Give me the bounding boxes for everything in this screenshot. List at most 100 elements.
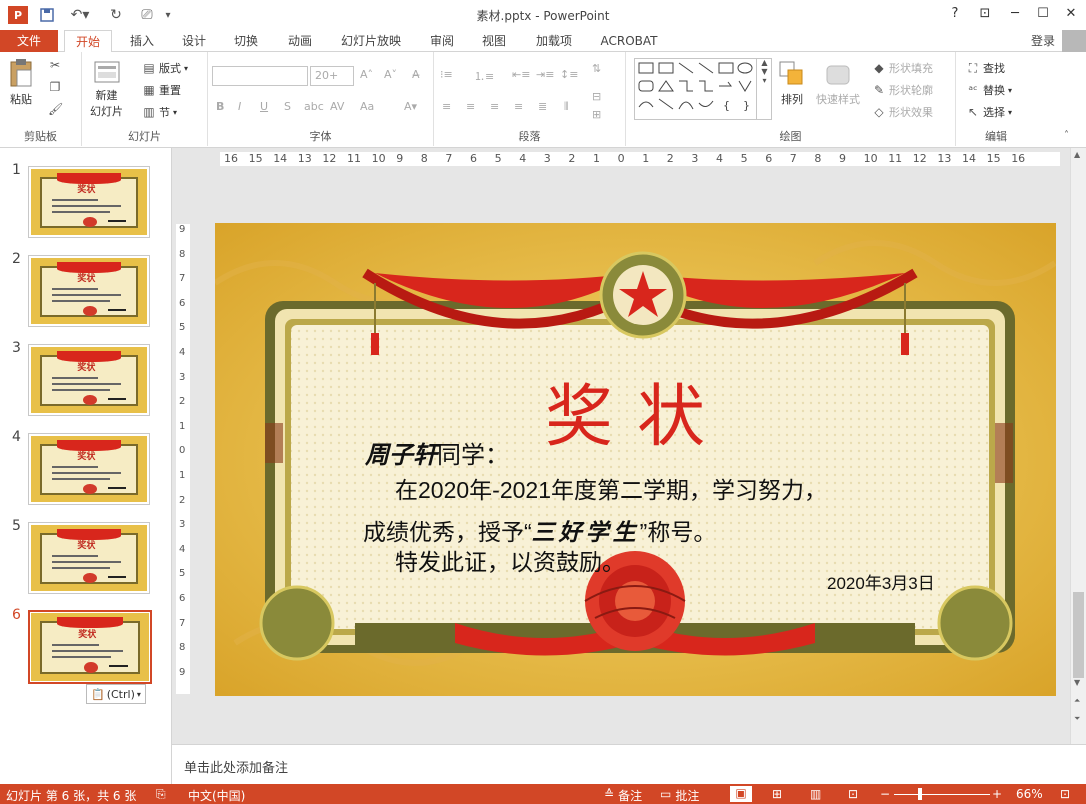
distribute-button[interactable]: ≣ — [538, 100, 547, 113]
zoom-out-icon[interactable]: − — [880, 787, 890, 801]
cut-button[interactable]: ✂ — [48, 58, 62, 72]
slide-thumbnail[interactable]: 奖状 — [28, 166, 150, 238]
notes-button[interactable]: ≙ 备注 — [604, 787, 642, 804]
find-button[interactable]: ⛶ 查找 — [966, 60, 1005, 76]
align-text-button[interactable]: ⊟ — [592, 90, 601, 103]
slide-canvas[interactable]: 奖状 周子轩同学： 在2020年-2021年度第二学期，学习努力， 成绩优秀，授… — [215, 223, 1056, 696]
fit-slide-icon[interactable]: ⊡ — [1060, 787, 1070, 801]
bullets-button[interactable]: ⁝≡ — [440, 68, 453, 81]
smartart-button[interactable]: ⊞ — [592, 108, 601, 121]
text-direction-button[interactable]: ⇅ — [592, 62, 601, 75]
collapse-ribbon-icon[interactable]: ˄ — [1064, 130, 1069, 141]
decrease-font-button[interactable]: A˅ — [384, 68, 397, 81]
maximize-icon[interactable]: ☐ — [1032, 6, 1054, 21]
font-name-combo[interactable] — [212, 66, 308, 86]
section-button[interactable]: ▥ 节 ▾ — [142, 104, 177, 120]
align-right-button[interactable]: ≡ — [490, 100, 499, 113]
notes-placeholder[interactable]: 单击此处添加备注 — [184, 757, 288, 776]
tab-review[interactable]: 审阅 — [418, 30, 466, 52]
zoom-slider[interactable] — [894, 794, 990, 795]
shape-fill-button[interactable]: ◆ 形状填充 — [872, 60, 933, 76]
layout-button[interactable]: ▤ 版式 ▾ — [142, 60, 188, 76]
scroll-thumb[interactable] — [1073, 592, 1084, 678]
tab-file[interactable]: 文件 — [0, 30, 58, 52]
paste-button[interactable]: 粘贴 — [8, 58, 34, 107]
slide-thumbnail[interactable]: 奖状 — [28, 255, 150, 327]
char-spacing-button[interactable]: AV — [330, 100, 344, 113]
notes-pane[interactable]: 单击此处添加备注 — [172, 744, 1086, 784]
tab-slideshow[interactable]: 幻灯片放映 — [334, 30, 408, 52]
justify-button[interactable]: ≡ — [514, 100, 523, 113]
tab-addins[interactable]: 加载项 — [526, 30, 582, 52]
align-left-button[interactable]: ≡ — [442, 100, 451, 113]
shapes-gallery[interactable]: {} — [634, 58, 772, 120]
replace-button[interactable]: ᵃᶜ 替换 ▾ — [966, 82, 1012, 98]
scroll-down-icon[interactable]: ▼ — [1074, 678, 1080, 687]
minimize-icon[interactable]: ─ — [1004, 6, 1026, 21]
copy-button[interactable]: ❐ — [48, 80, 62, 94]
line-spacing-button[interactable]: ↕≡ — [560, 68, 578, 81]
bold-button[interactable]: B — [216, 100, 224, 113]
slide-thumbnail[interactable]: 奖状 — [28, 344, 150, 416]
ribbon-display-options-icon[interactable]: ⊡ — [974, 6, 996, 21]
align-center-button[interactable]: ≡ — [466, 100, 475, 113]
certificate-date[interactable]: 2020年3月3日 — [827, 569, 935, 594]
increase-indent-button[interactable]: ⇥≡ — [536, 68, 554, 81]
strikethrough-button[interactable]: abc — [304, 100, 324, 113]
italic-button[interactable]: I — [238, 100, 241, 113]
tab-view[interactable]: 视图 — [470, 30, 518, 52]
shadow-button[interactable]: S — [284, 100, 291, 113]
previous-slide-icon[interactable]: ⏶ — [1074, 696, 1080, 706]
tab-design[interactable]: 设计 — [172, 30, 216, 52]
select-button[interactable]: ↖ 选择 ▾ — [966, 104, 1012, 120]
zoom-in-icon[interactable]: + — [992, 787, 1002, 801]
shape-outline-button[interactable]: ✎ 形状轮廓 — [872, 82, 933, 98]
increase-font-button[interactable]: A˄ — [360, 68, 373, 81]
reset-button[interactable]: ▦ 重置 — [142, 82, 181, 98]
slide-thumbnail-selected[interactable]: 奖状 — [28, 610, 152, 684]
slide-sorter-icon[interactable]: ⊞ — [772, 787, 782, 801]
certificate-title[interactable]: 奖状 — [545, 361, 729, 460]
zoom-slider-thumb[interactable] — [918, 788, 922, 800]
new-slide-button[interactable]: 新建 幻灯片 — [90, 60, 123, 118]
format-painter-button[interactable]: 🖌 — [48, 102, 63, 116]
slide-thumbnail[interactable]: 奖状 — [28, 433, 150, 505]
clear-format-button[interactable]: A̶ — [412, 68, 420, 81]
numbering-button[interactable]: ⒈≡ — [474, 68, 494, 84]
tab-transitions[interactable]: 切换 — [224, 30, 268, 52]
tab-insert[interactable]: 插入 — [120, 30, 164, 52]
help-icon[interactable]: ? — [944, 6, 966, 21]
underline-button[interactable]: U — [260, 100, 268, 113]
reading-view-icon[interactable]: ▥ — [810, 787, 821, 801]
shape-effects-button[interactable]: ◇ 形状效果 — [872, 104, 933, 120]
slide-thumbnails-pane[interactable]: 1 奖状 2 奖状 3 奖状 4 奖状 5 奖状 6 奖状 📋 (Ctrl) ▾ — [0, 148, 172, 784]
tab-animations[interactable]: 动画 — [276, 30, 324, 52]
arrange-button[interactable]: 排列 — [778, 60, 806, 107]
font-color-button[interactable]: A▾ — [404, 100, 417, 113]
language-indicator[interactable]: 中文(中国) — [188, 787, 245, 804]
paste-options-button[interactable]: 📋 (Ctrl) ▾ — [86, 684, 146, 704]
avatar[interactable] — [1062, 30, 1086, 52]
change-case-button[interactable]: Aa — [360, 100, 374, 113]
tab-acrobat[interactable]: ACROBAT — [592, 30, 666, 52]
slide-thumbnail[interactable]: 奖状 — [28, 522, 150, 594]
spell-check-icon[interactable]: ⎘ — [156, 787, 166, 802]
decrease-indent-button[interactable]: ⇤≡ — [512, 68, 530, 81]
next-slide-icon[interactable]: ⏷ — [1074, 714, 1080, 724]
close-icon[interactable]: ✕ — [1060, 6, 1082, 21]
comments-button[interactable]: ▭ 批注 — [660, 787, 699, 804]
body-line-1[interactable]: 在2020年-2021年度第二学期，学习努力， — [395, 471, 827, 505]
scroll-up-icon[interactable]: ▲ — [1074, 150, 1080, 159]
slideshow-icon[interactable]: ⊡ — [848, 787, 858, 801]
login-link[interactable]: 登录 — [1024, 30, 1062, 52]
quick-styles-button[interactable]: 快速样式 — [816, 60, 860, 107]
tab-home[interactable]: 开始 — [64, 30, 112, 53]
font-size-combo[interactable]: 20+ — [310, 66, 354, 86]
body-line-2[interactable]: 成绩优秀，授予“三好学生”称号。 — [363, 513, 716, 547]
zoom-level[interactable]: 66% — [1016, 787, 1043, 801]
body-line-3[interactable]: 特发此证，以资鼓励。 — [395, 543, 625, 577]
normal-view-icon[interactable]: ▣ — [730, 786, 752, 802]
columns-button[interactable]: ⫴ — [564, 100, 569, 114]
greeting-line[interactable]: 周子轩同学： — [365, 435, 509, 470]
shapes-scroll[interactable]: ▲ ▼ ▾ — [756, 58, 772, 120]
